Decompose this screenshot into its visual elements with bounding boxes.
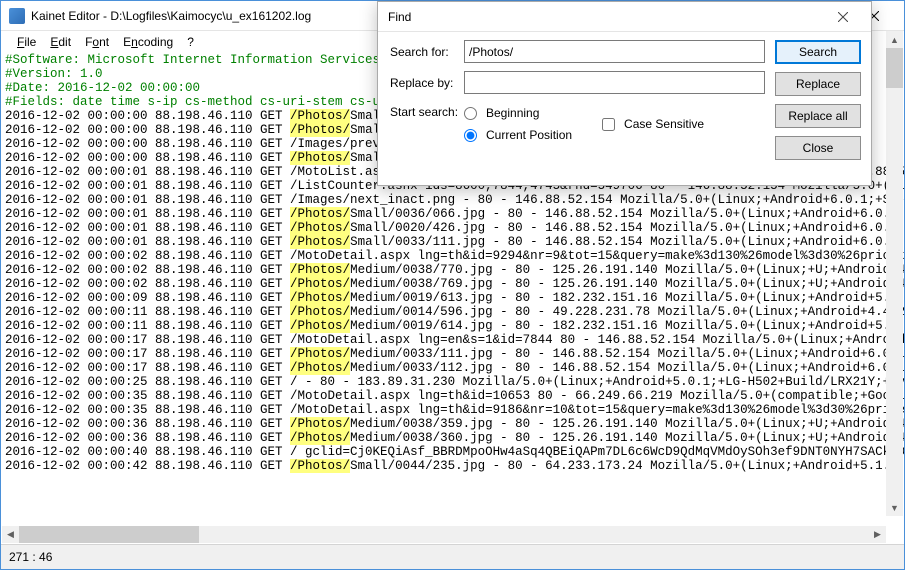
log-line: 2016-12-02 00:00:17 88.198.46.110 GET [5,347,290,361]
replace-by-input[interactable] [464,71,765,94]
app-icon [9,8,25,24]
checkbox-case-sensitive[interactable] [602,118,615,131]
log-line: 2016-12-02 00:00:25 88.198.46.110 GET / … [5,375,904,389]
scroll-right-icon[interactable]: ▶ [869,526,886,543]
menu-font[interactable]: Font [79,33,115,51]
menu-encoding[interactable]: Encoding [117,33,179,51]
highlight: /Photos/ [290,347,350,361]
highlight: /Photos/ [290,459,350,473]
log-line: 2016-12-02 00:00:40 88.198.46.110 GET / … [5,445,904,459]
scroll-left-icon[interactable]: ◀ [2,526,19,543]
menu-help[interactable]: ? [181,33,200,51]
find-title-bar: Find [378,2,871,32]
log-line: 2016-12-02 00:00:02 88.198.46.110 GET /M… [5,249,904,263]
highlight: /Photos/ [290,417,350,431]
start-search-label: Start search: [390,102,464,119]
log-line: 2016-12-02 00:00:02 88.198.46.110 GET [5,277,290,291]
log-line: #Date: 2016-12-02 00:00:00 [5,81,200,95]
highlight: /Photos/ [290,319,350,333]
log-line: 2016-12-02 00:00:01 88.198.46.110 GET [5,235,290,249]
vertical-scrollbar[interactable]: ▲ ▼ [886,31,903,516]
log-line: 2016-12-02 00:00:17 88.198.46.110 GET [5,361,290,375]
log-line: 2016-12-02 00:00:01 88.198.46.110 GET [5,221,290,235]
highlight: /Photos/ [290,235,350,249]
log-line: 2016-12-02 00:00:09 88.198.46.110 GET [5,291,290,305]
radio-beginning-label: Beginning [486,102,539,124]
case-sensitive-label: Case Sensitive [624,113,704,135]
status-bar: 271 : 46 [1,544,904,569]
log-line: #Version: 1.0 [5,67,103,81]
log-line: 2016-12-02 00:00:11 88.198.46.110 GET [5,305,290,319]
find-title: Find [388,10,411,24]
highlight: /Photos/ [290,305,350,319]
replace-by-label: Replace by: [390,76,464,90]
horizontal-scrollbar[interactable]: ◀ ▶ [2,526,886,543]
search-for-label: Search for: [390,45,464,59]
highlight: /Photos/ [290,123,350,137]
highlight: /Photos/ [290,221,350,235]
log-line: #Fields: date time s-ip cs-method cs-uri… [5,95,395,109]
log-line: 2016-12-02 00:00:01 88.198.46.110 GET /I… [5,193,904,207]
radio-current-position[interactable] [464,129,477,142]
replace-button[interactable]: Replace [775,72,861,96]
highlight: /Photos/ [290,291,350,305]
find-close-button[interactable] [823,9,863,25]
log-line: 2016-12-02 00:00:00 88.198.46.110 GET [5,123,290,137]
log-line: 2016-12-02 00:00:35 88.198.46.110 GET /M… [5,403,904,417]
scrollbar-thumb[interactable] [886,48,903,88]
log-line: #Software: Microsoft Internet Informatio… [5,53,395,67]
log-line: 2016-12-02 00:00:42 88.198.46.110 GET [5,459,290,473]
log-line: 2016-12-02 00:00:35 88.198.46.110 GET /M… [5,389,904,403]
scroll-down-icon[interactable]: ▼ [886,499,903,516]
log-line: 2016-12-02 00:00:01 88.198.46.110 GET [5,207,290,221]
radio-current-label: Current Position [486,124,572,146]
highlight: /Photos/ [290,263,350,277]
log-line: 2016-12-02 00:00:36 88.198.46.110 GET [5,417,290,431]
log-line: 2016-12-02 00:00:02 88.198.46.110 GET [5,263,290,277]
cursor-position: 271 : 46 [9,550,52,564]
highlight: /Photos/ [290,361,350,375]
highlight: /Photos/ [290,207,350,221]
scroll-up-icon[interactable]: ▲ [886,31,903,48]
highlight: /Photos/ [290,277,350,291]
log-line: 2016-12-02 00:00:00 88.198.46.110 GET /I… [5,137,403,151]
highlight: /Photos/ [290,151,350,165]
highlight: /Photos/ [290,109,350,123]
menu-edit[interactable]: Edit [44,33,77,51]
log-line: 2016-12-02 00:00:00 88.198.46.110 GET [5,109,290,123]
menu-file[interactable]: File [11,33,42,51]
search-for-input[interactable] [464,40,765,63]
scrollbar-thumb[interactable] [19,526,199,543]
log-line: 2016-12-02 00:00:11 88.198.46.110 GET [5,319,290,333]
log-line: 2016-12-02 00:00:00 88.198.46.110 GET [5,151,290,165]
close-button[interactable]: Close [775,136,861,160]
search-button[interactable]: Search [775,40,861,64]
find-dialog: Find Search for: Replace by: Start searc… [377,1,872,186]
log-line: 2016-12-02 00:00:17 88.198.46.110 GET /M… [5,333,904,347]
replace-all-button[interactable]: Replace all [775,104,861,128]
radio-beginning[interactable] [464,107,477,120]
highlight: /Photos/ [290,431,350,445]
log-line: 2016-12-02 00:00:36 88.198.46.110 GET [5,431,290,445]
